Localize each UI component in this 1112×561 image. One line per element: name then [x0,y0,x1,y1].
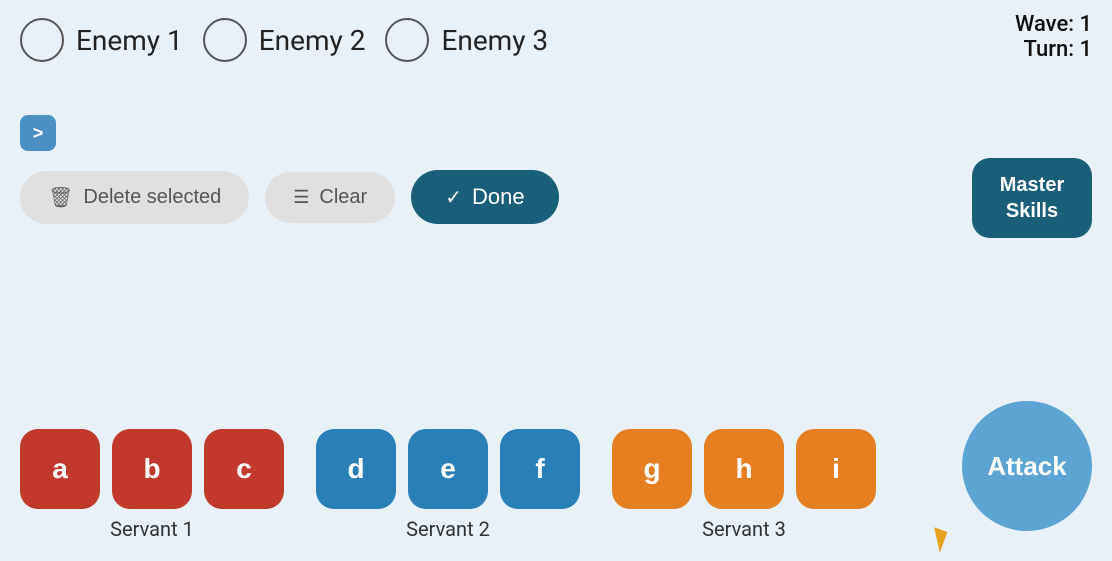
servant-3-btn-g[interactable]: g [612,429,692,509]
servants-row: a b c Servant 1 d e [20,429,1092,541]
servant-3-group: g h i Servant 3 [612,429,876,541]
action-buttons-row: 🗑 Delete selected ☰ Clear ✓ Done [20,170,559,224]
servant-2-label: Servant 2 [406,517,490,541]
enemy-2-item: Enemy 2 [203,18,366,62]
servants-section: a b c Servant 1 d e [20,429,1092,541]
done-label: Done [472,184,525,210]
done-button[interactable]: ✓ Done [411,170,558,224]
servant-3-label: Servant 3 [702,517,786,541]
delete-label: Delete selected [83,186,221,209]
servant-2-group: d e f Servant 2 [316,429,580,541]
servant-1-btn-b[interactable]: b [112,429,192,509]
servant-1-label: Servant 1 [110,517,194,541]
servant-1-group: a b c Servant 1 [20,429,284,541]
enemy-3-item: Enemy 3 [385,18,548,62]
servant-1-btn-c[interactable]: c [204,429,284,509]
attack-label: Attack [987,451,1066,482]
enemy-1-item: Enemy 1 [20,18,183,62]
wave-label: Wave: 1 [1015,12,1092,37]
enemy-2-circle[interactable] [203,18,247,62]
servant-2-btn-d[interactable]: d [316,429,396,509]
clear-lines-icon: ☰ [293,187,309,208]
clear-button[interactable]: ☰ Clear [265,172,395,223]
checkmark-icon: ✓ [445,185,462,210]
wave-info: Wave: 1 Turn: 1 [1015,12,1092,62]
enemy-2-label: Enemy 2 [259,24,366,57]
clear-label: Clear [319,186,367,209]
servant-1-buttons: a b c [20,429,284,509]
delete-selected-button[interactable]: 🗑 Delete selected [20,171,249,224]
attack-button[interactable]: Attack [962,401,1092,531]
master-skills-label: MasterSkills [1000,172,1064,224]
expand-button[interactable]: > [20,115,56,151]
turn-label: Turn: 1 [1015,37,1092,62]
enemy-1-label: Enemy 1 [76,24,183,57]
enemy-1-circle[interactable] [20,18,64,62]
enemy-3-circle[interactable] [385,18,429,62]
servant-3-btn-h[interactable]: h [704,429,784,509]
servant-3-buttons: g h i [612,429,876,509]
servant-2-buttons: d e f [316,429,580,509]
trash-icon: 🗑 [48,185,73,210]
servant-2-btn-e[interactable]: e [408,429,488,509]
servant-1-btn-a[interactable]: a [20,429,100,509]
servant-3-btn-i[interactable]: i [796,429,876,509]
chevron-right-icon: > [33,123,44,144]
enemy-3-label: Enemy 3 [441,24,548,57]
servant-2-btn-f[interactable]: f [500,429,580,509]
master-skills-button[interactable]: MasterSkills [972,158,1092,238]
enemies-row: Enemy 1 Enemy 2 Enemy 3 [0,0,1112,62]
